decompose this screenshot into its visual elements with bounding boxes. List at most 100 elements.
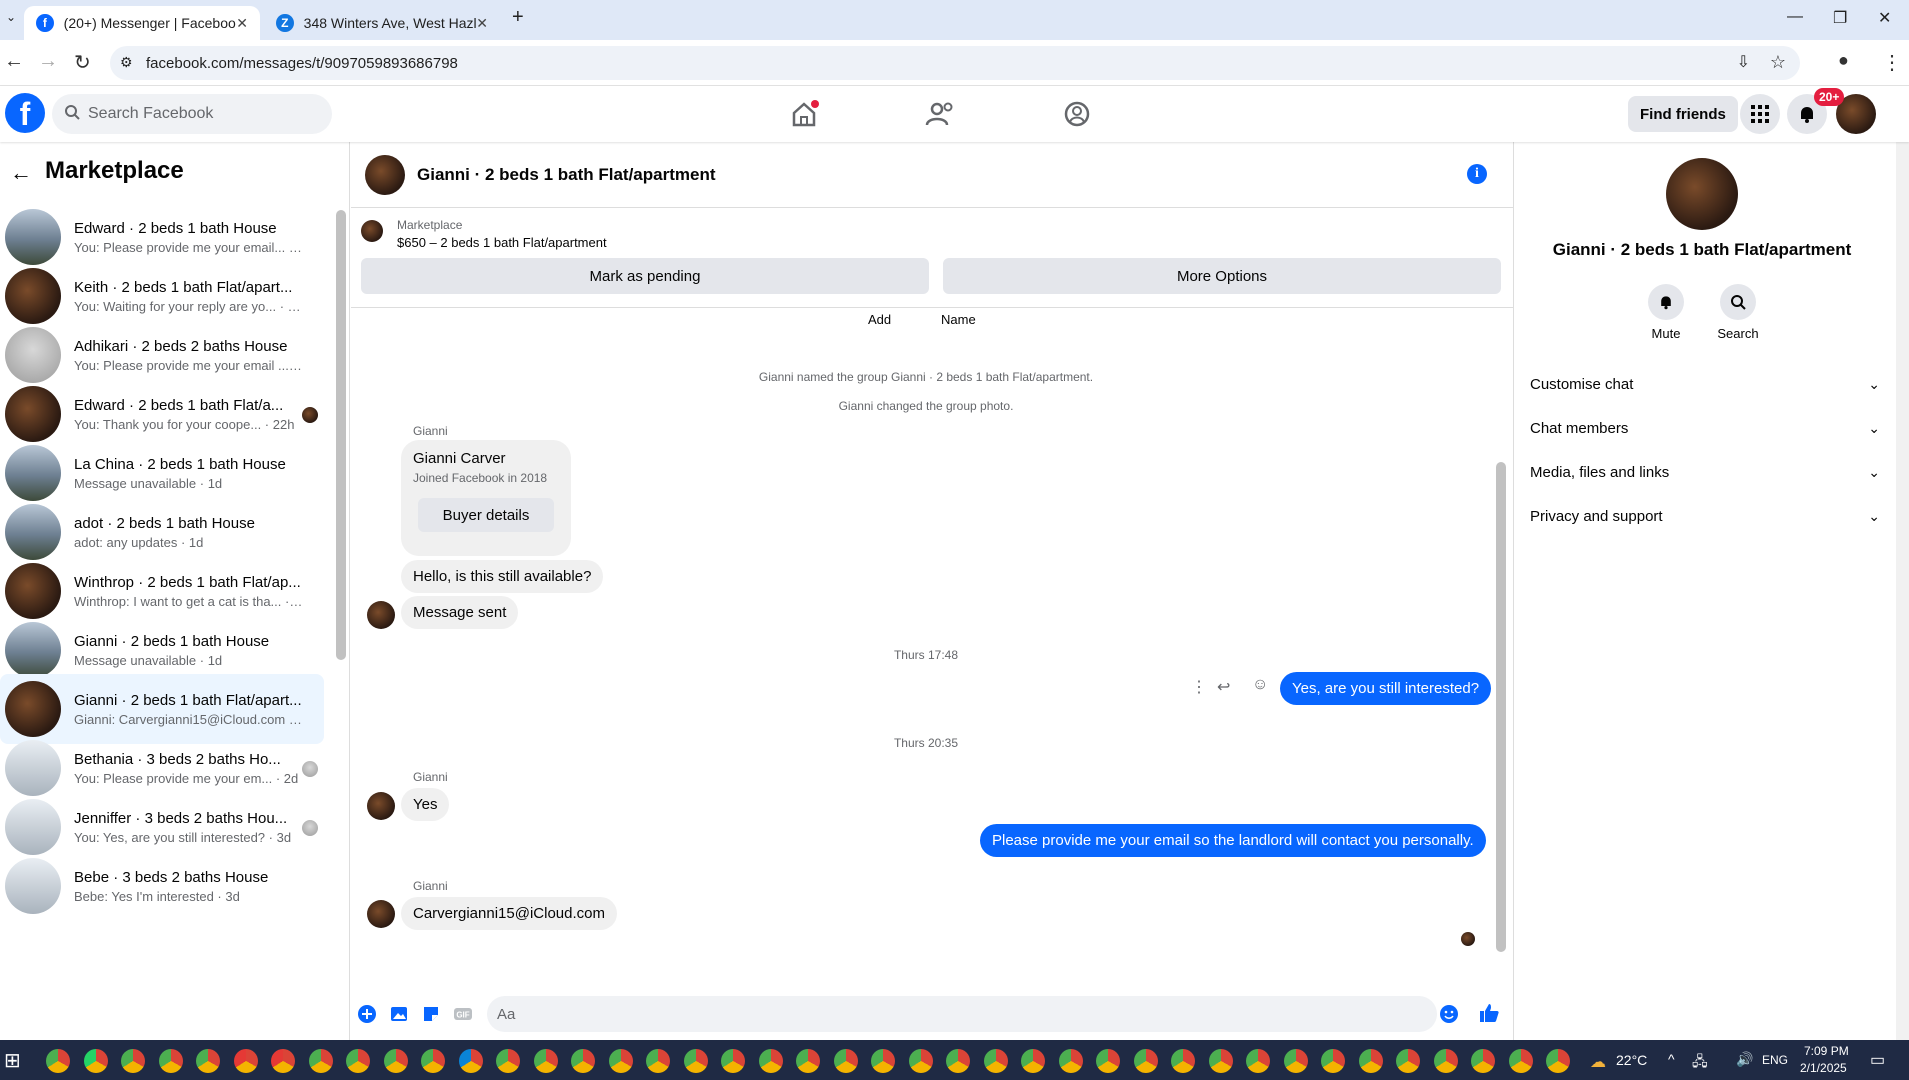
- bookmark-star-icon[interactable]: ☆: [1770, 52, 1786, 73]
- taskbar-app-icon[interactable]: [1546, 1049, 1570, 1073]
- taskbar-app-icon[interactable]: [458, 1049, 483, 1073]
- info-icon[interactable]: i: [1467, 164, 1487, 184]
- taskbar-app-icon[interactable]: [683, 1049, 708, 1073]
- taskbar-app-icon[interactable]: [1021, 1049, 1045, 1073]
- buyer-details-button[interactable]: Buyer details: [418, 498, 554, 532]
- listing-thumbnail[interactable]: [361, 220, 383, 242]
- name-group-label[interactable]: Name: [941, 312, 976, 327]
- taskbar-app-icon[interactable]: [1096, 1049, 1120, 1073]
- back-icon[interactable]: ←: [4, 50, 24, 73]
- tab-messenger[interactable]: f (20+) Messenger | Facebook ✕: [24, 6, 260, 40]
- taskbar-app-icon[interactable]: [1246, 1049, 1270, 1073]
- sender-avatar[interactable]: [367, 792, 395, 820]
- search-in-chat-button[interactable]: Search: [1708, 284, 1768, 341]
- emoji-icon[interactable]: [1439, 1004, 1459, 1024]
- minimize-icon[interactable]: —: [1787, 8, 1803, 26]
- taskbar-app-icon[interactable]: [1433, 1049, 1458, 1073]
- sender-avatar[interactable]: [367, 900, 395, 928]
- language[interactable]: ENG: [1762, 1053, 1788, 1067]
- friends-icon[interactable]: [922, 96, 958, 132]
- close-window-icon[interactable]: ✕: [1878, 8, 1891, 28]
- taskbar-app-icon[interactable]: [158, 1049, 183, 1073]
- taskbar-app-icon[interactable]: [1321, 1049, 1345, 1073]
- page-scrollbar[interactable]: [1896, 86, 1909, 1040]
- restore-icon[interactable]: ❐: [1833, 8, 1847, 28]
- incoming-message[interactable]: Yes: [401, 788, 450, 821]
- sticker-icon[interactable]: [421, 1004, 441, 1024]
- more-options-button[interactable]: More Options: [943, 258, 1501, 294]
- photo-icon[interactable]: [389, 1004, 409, 1024]
- taskbar-app-icon[interactable]: [346, 1049, 370, 1073]
- taskbar-app-icon[interactable]: [46, 1049, 70, 1073]
- taskbar-app-icon[interactable]: [1171, 1049, 1195, 1073]
- profile-icon[interactable]: ●: [1838, 50, 1849, 71]
- mute-button[interactable]: Mute: [1636, 284, 1696, 341]
- taskbar-app-icon[interactable]: [421, 1049, 445, 1073]
- weather-icon[interactable]: ☁: [1590, 1052, 1606, 1072]
- back-arrow-icon[interactable]: ←: [10, 160, 32, 186]
- outgoing-message[interactable]: Yes, are you still interested?: [1280, 672, 1492, 705]
- taskbar-app-icon[interactable]: [871, 1049, 895, 1073]
- taskbar-app-icon[interactable]: [383, 1049, 408, 1073]
- conversation-item[interactable]: Bebe · 3 beds 2 baths House Bebe: Yes I'm…: [0, 851, 324, 921]
- tab-zillow[interactable]: Z 348 Winters Ave, West Hazleton ✕: [264, 6, 500, 40]
- taskbar-app-icon[interactable]: [1283, 1049, 1308, 1073]
- more-icon[interactable]: ⋮: [1191, 677, 1207, 697]
- taskbar-app-icon[interactable]: [646, 1049, 670, 1073]
- taskbar-app-icon[interactable]: [1471, 1049, 1495, 1073]
- taskbar-app-icon[interactable]: [758, 1049, 783, 1073]
- taskbar-app-icon[interactable]: [983, 1049, 1008, 1073]
- taskbar-app-icon[interactable]: [233, 1049, 258, 1073]
- search-facebook-input[interactable]: Search Facebook: [52, 94, 332, 134]
- info-avatar[interactable]: [1666, 158, 1738, 230]
- taskbar-app-icon[interactable]: [121, 1049, 145, 1073]
- taskbar-app-icon[interactable]: [1508, 1049, 1533, 1073]
- chat-scrollbar-thumb[interactable]: [1496, 462, 1506, 952]
- chat-title[interactable]: Gianni · 2 beds 1 bath Flat/apartment: [417, 165, 716, 185]
- clock-time[interactable]: 7:09 PM: [1804, 1044, 1849, 1058]
- close-tab-icon[interactable]: ✕: [236, 15, 248, 32]
- reload-icon[interactable]: ↻: [74, 50, 91, 75]
- chat-members-row[interactable]: Chat members ⌄: [1530, 410, 1880, 446]
- taskbar-app-icon[interactable]: [271, 1049, 295, 1073]
- facebook-logo[interactable]: f: [5, 93, 45, 133]
- react-icon[interactable]: ☺: [1252, 676, 1268, 694]
- site-info-icon[interactable]: ⚙: [120, 54, 133, 71]
- windows-start-icon[interactable]: ⊞: [4, 1048, 21, 1073]
- chrome-menu-icon[interactable]: ⋮: [1882, 50, 1902, 75]
- taskbar-app-icon[interactable]: [1133, 1049, 1158, 1073]
- listing-price[interactable]: $650 – 2 beds 1 bath Flat/apartment: [397, 235, 607, 250]
- mark-as-pending-button[interactable]: Mark as pending: [361, 258, 929, 294]
- reply-icon[interactable]: ↩: [1217, 677, 1230, 697]
- taskbar-app-icon[interactable]: [533, 1049, 558, 1073]
- taskbar-app-icon[interactable]: [833, 1049, 858, 1073]
- groups-icon[interactable]: [1059, 96, 1095, 132]
- find-friends-button[interactable]: Find friends: [1628, 96, 1738, 132]
- taskbar-app-icon[interactable]: [308, 1049, 333, 1073]
- home-icon[interactable]: [786, 96, 822, 132]
- taskbar-app-icon[interactable]: [908, 1049, 933, 1073]
- taskbar-app-icon[interactable]: [571, 1049, 595, 1073]
- taskbar-app-icon[interactable]: [721, 1049, 745, 1073]
- taskbar-app-icon[interactable]: [946, 1049, 970, 1073]
- incoming-message[interactable]: Message sent: [401, 596, 519, 629]
- media-files-links-row[interactable]: Media, files and links ⌄: [1530, 454, 1880, 490]
- taskbar-app-icon[interactable]: [1208, 1049, 1233, 1073]
- privacy-support-row[interactable]: Privacy and support ⌄: [1530, 498, 1880, 534]
- notification-center-icon[interactable]: ▭: [1870, 1050, 1885, 1070]
- url-field[interactable]: ⚙ facebook.com/messages/t/90970598936867…: [110, 46, 1800, 80]
- close-tab-icon[interactable]: ✕: [476, 15, 488, 32]
- plus-circle-icon[interactable]: [357, 1004, 377, 1024]
- taskbar-app-icon[interactable]: [608, 1049, 633, 1073]
- clock-date[interactable]: 2/1/2025: [1800, 1061, 1847, 1075]
- add-people-label[interactable]: Add: [868, 312, 891, 327]
- outgoing-message[interactable]: Please provide me your email so the land…: [980, 824, 1486, 857]
- sender-avatar[interactable]: [367, 601, 395, 629]
- menu-button[interactable]: [1740, 94, 1780, 134]
- temperature[interactable]: 22°C: [1616, 1052, 1647, 1068]
- taskbar-app-icon[interactable]: [196, 1049, 220, 1073]
- taskbar-app-icon[interactable]: [1358, 1049, 1383, 1073]
- tray-chevron-icon[interactable]: ^: [1668, 1051, 1675, 1067]
- sidebar-scrollbar-thumb[interactable]: [336, 210, 346, 660]
- network-icon[interactable]: 🖧: [1692, 1051, 1708, 1075]
